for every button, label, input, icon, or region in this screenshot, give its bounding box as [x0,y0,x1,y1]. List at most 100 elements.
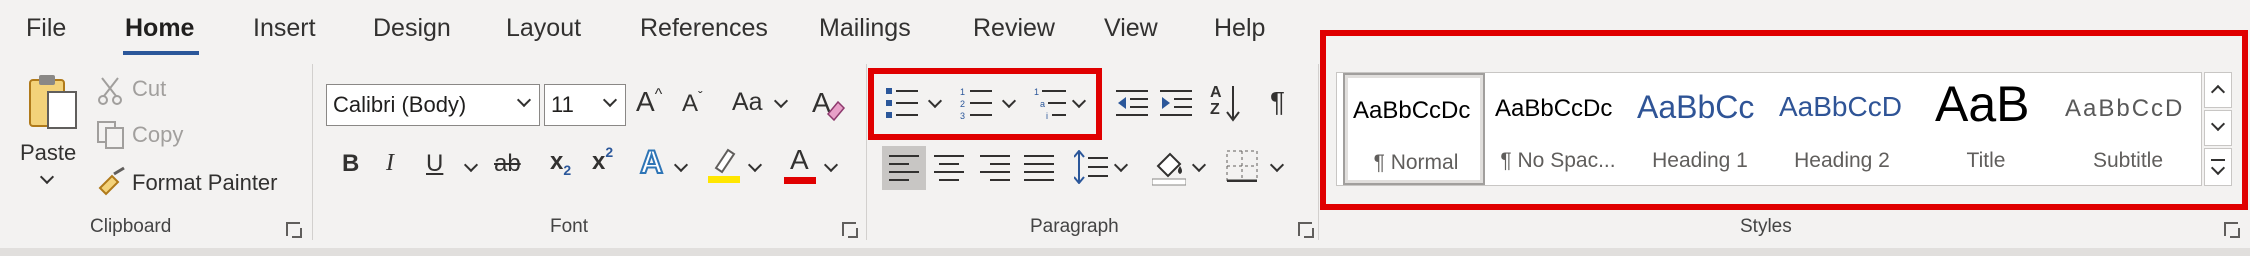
group-divider [866,64,867,240]
subscript-mark: 2 [563,162,572,178]
svg-text:i: i [1046,111,1048,120]
tab-design[interactable]: Design [373,14,451,43]
bold-button[interactable]: B [342,150,359,178]
gallery-more-button[interactable] [2204,148,2232,186]
caret-down-small-icon: ˇ [698,88,703,104]
svg-text:1: 1 [960,87,965,97]
clipboard-group-label: Clipboard [90,216,172,237]
style-name: Heading 2 [1794,149,1890,172]
style-heading-1[interactable]: AaBbCc Heading 1 [1629,73,1771,185]
italic-button[interactable]: I [386,150,394,177]
font-color-button[interactable]: A [784,144,816,186]
strikethrough-button[interactable]: ab [494,150,521,178]
bullets-icon[interactable] [886,86,920,120]
paintbrush-icon [98,166,125,196]
style-sample: AaBbCcDc [1495,95,1613,122]
style-sample: AaBbCcD [1779,91,1902,122]
group-divider [1318,64,1319,240]
caret-up-icon: ^ [654,86,663,103]
style-title[interactable]: AaB Title [1915,73,2057,185]
highlighter-icon [714,148,736,174]
shrink-font-glyph: A [682,90,699,117]
copy-icon [97,121,124,149]
style-name: ¶ No Spac... [1500,149,1616,172]
subscript-glyph: x [550,148,564,175]
tab-review[interactable]: Review [973,14,1055,43]
highlight-button[interactable] [708,146,740,186]
tab-mailings[interactable]: Mailings [819,14,911,43]
tab-home[interactable]: Home [125,14,194,43]
font-size-value: 11 [551,92,574,117]
subscript-button[interactable]: x2 [550,148,572,178]
style-sample: AaB [1935,76,2030,132]
style-subtitle[interactable]: AaBbCcD Subtitle [2057,73,2199,185]
active-tab-indicator [123,51,199,55]
svg-text:2: 2 [960,99,965,109]
font-dialog-launcher-icon[interactable] [842,222,858,238]
gallery-scroll-up[interactable] [2204,72,2232,108]
cut-label: Cut [132,76,167,101]
clear-formatting-icon[interactable]: A [810,84,846,124]
chevron-up-icon [2210,84,2226,100]
tab-help[interactable]: Help [1214,14,1265,43]
styles-gallery: AaBbCcDc ¶ Normal AaBbCcDc ¶ No Spac... … [1336,72,2202,186]
style-normal[interactable]: AaBbCcDc ¶ Normal [1343,73,1485,185]
clipboard-dialog-launcher-icon[interactable] [286,222,302,238]
align-right-icon[interactable] [980,154,1010,182]
font-group-label: Font [550,216,589,237]
styles-dialog-launcher-icon[interactable] [2224,222,2240,238]
increase-indent-icon[interactable] [1160,88,1192,118]
paste-label: Paste [20,140,77,165]
font-size-combobox[interactable]: 11 [544,84,626,126]
align-center-icon[interactable] [934,154,964,182]
shrink-font-button[interactable]: Aˇ [682,88,703,118]
line-spacing-icon[interactable] [1074,150,1108,184]
paragraph-group-label: Paragraph [1030,216,1119,237]
justify-icon[interactable] [1024,154,1054,182]
align-left-button[interactable] [882,146,926,190]
chevron-down-icon [2210,160,2226,176]
style-sample: AaBbCcDc [1353,97,1471,124]
font-color-swatch [784,177,816,184]
sort-arrow-icon [1226,86,1240,122]
decrease-indent-icon[interactable] [1116,88,1148,118]
numbering-icon[interactable]: 1 2 3 [960,86,994,120]
underline-button[interactable]: U [426,150,443,178]
chevron-down-icon[interactable] [602,92,618,108]
tab-view[interactable]: View [1104,14,1158,43]
tab-references[interactable]: References [640,14,768,43]
paste-button[interactable]: Paste [18,72,88,185]
multilevel-list-icon[interactable]: 1 a i [1034,86,1068,120]
change-case-button[interactable]: Aa [732,88,789,117]
highlight-color-swatch [708,176,740,183]
show-formatting-button[interactable]: ¶ [1270,86,1285,118]
superscript-mark: 2 [605,144,614,160]
borders-icon[interactable] [1226,150,1258,182]
tab-insert[interactable]: Insert [253,14,316,43]
paste-dropdown-icon[interactable] [39,169,55,185]
style-sample: AaBbCcD [2065,95,2185,122]
grow-font-button[interactable]: A^ [636,86,662,118]
style-name: ¶ Normal [1373,151,1459,174]
copy-button[interactable]: Copy [96,118,196,152]
superscript-button[interactable]: x2 [592,144,613,176]
style-name: Heading 1 [1652,149,1748,172]
sort-glyph: AZ [1210,84,1222,118]
svg-text:1: 1 [1034,87,1039,97]
shading-icon[interactable] [1152,148,1186,186]
chevron-down-icon [2210,116,2226,132]
cut-button[interactable]: Cut [96,74,176,108]
tab-layout[interactable]: Layout [506,14,581,43]
gallery-scroll-down[interactable] [2204,110,2232,146]
svg-text:3: 3 [960,111,965,120]
paragraph-dialog-launcher-icon[interactable] [1298,222,1314,238]
style-no-spacing[interactable]: AaBbCcDc ¶ No Spac... [1487,73,1629,185]
tab-file[interactable]: File [26,14,66,43]
style-heading-2[interactable]: AaBbCcD Heading 2 [1771,73,1913,185]
font-name-combobox[interactable]: Calibri (Body) [326,84,540,126]
format-painter-button[interactable]: Format Painter [96,166,296,200]
copy-label: Copy [132,122,184,147]
chevron-down-icon[interactable] [516,92,532,108]
text-effects-button[interactable]: A [639,143,664,181]
font-name-value: Calibri (Body) [333,92,467,117]
